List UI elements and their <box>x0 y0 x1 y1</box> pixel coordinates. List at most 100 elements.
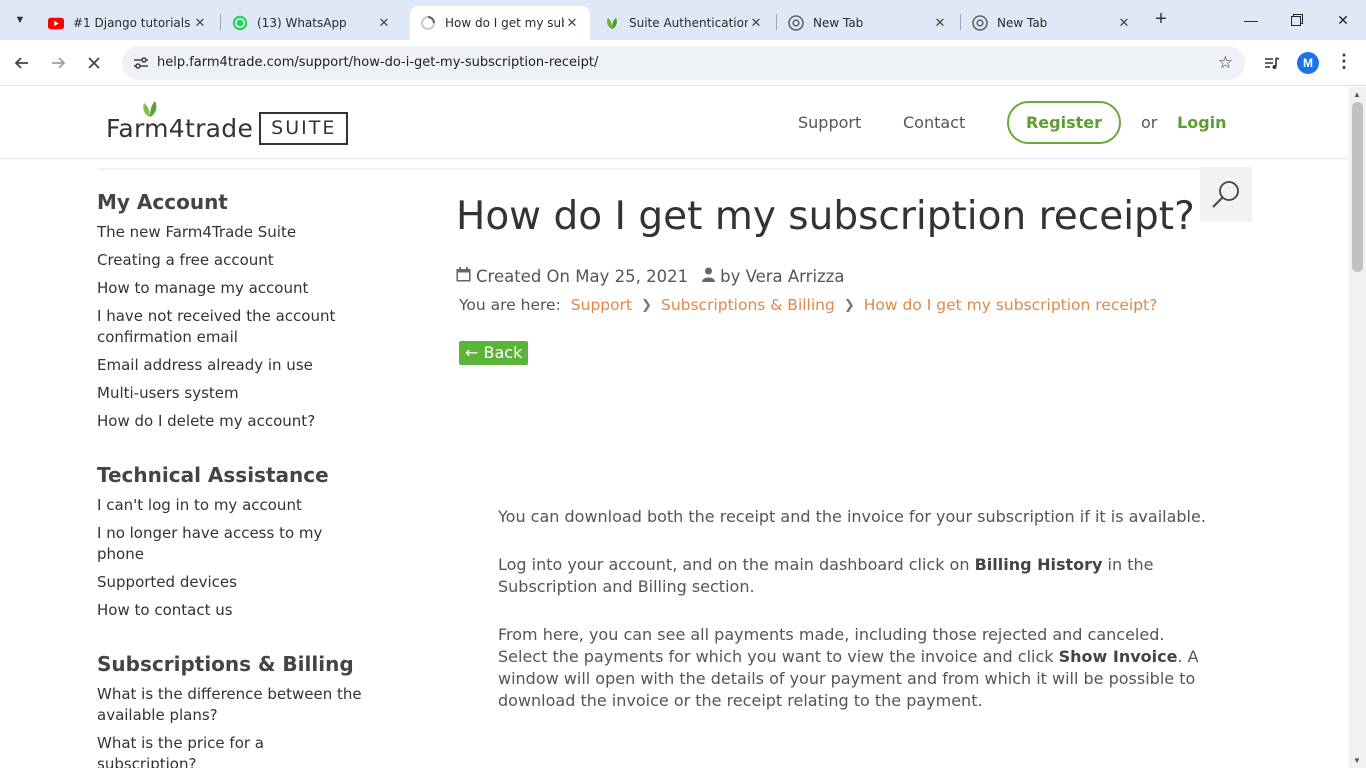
tab-divider <box>960 14 961 30</box>
sidebar-link[interactable]: How to manage my account <box>97 278 397 299</box>
show-invoice-bold: Show Invoice <box>1058 647 1178 666</box>
sidebar-link[interactable]: What is the price for a subscription? <box>97 733 317 768</box>
site-header: Farm4trade SUITE Support Contact Registe… <box>0 87 1349 159</box>
browser-tab-new-1[interactable]: New Tab ✕ <box>778 6 958 40</box>
site-info-icon[interactable] <box>132 54 150 72</box>
breadcrumb: You are here: Support ❯ Subscriptions & … <box>459 296 1196 314</box>
bookmark-star-icon[interactable]: ☆ <box>1218 53 1233 73</box>
tab-title: (13) WhatsApp <box>257 16 347 30</box>
user-icon <box>702 267 716 286</box>
browser-menu-icon[interactable]: ⋮ <box>1333 51 1355 75</box>
sidebar-group-subscriptions-billing: Subscriptions & Billing What is the diff… <box>97 651 397 768</box>
logo-leaf-icon <box>143 101 157 117</box>
register-button[interactable]: Register <box>1007 101 1121 144</box>
paragraph-text: Log into your account, and on the main d… <box>498 555 975 574</box>
page-scrollbar[interactable]: ▲ ▼ <box>1349 87 1366 768</box>
farm4trade-logo[interactable]: Farm4trade SUITE <box>106 99 349 145</box>
billing-history-bold: Billing History <box>974 555 1103 574</box>
sidebar-link[interactable]: I no longer have access to my phone <box>97 523 357 565</box>
chevron-right-icon: ❯ <box>843 297 855 313</box>
calendar-icon <box>456 267 471 286</box>
nav-or-text: or <box>1141 113 1158 132</box>
browser-tab-strip: ▼ #1 Django tutorials | V ✕ (13) WhatsAp… <box>0 0 1366 40</box>
breadcrumb-subscriptions-billing[interactable]: Subscriptions & Billing <box>661 296 835 314</box>
minimize-icon[interactable]: — <box>1236 8 1266 32</box>
tab-title: New Tab <box>997 16 1048 30</box>
sidebar-link[interactable]: I can't log in to my account <box>97 495 397 516</box>
back-button[interactable]: ← Back <box>459 341 529 365</box>
whatsapp-icon <box>232 15 248 31</box>
youtube-icon <box>48 15 64 31</box>
sidebar-link[interactable]: I have not received the account confirma… <box>97 306 367 348</box>
media-controls-icon[interactable] <box>1261 52 1283 74</box>
tab-search-chevron-icon[interactable]: ▼ <box>6 8 34 32</box>
tab-title: Suite Authentication - <box>629 16 748 30</box>
sidebar-link[interactable]: Multi-users system <box>97 383 397 404</box>
tab-title: New Tab <box>813 16 864 30</box>
tab-title: How do I get my subs <box>445 16 564 30</box>
new-tab-plus-icon[interactable]: + <box>1150 9 1172 31</box>
sidebar-group-title: Subscriptions & Billing <box>97 652 354 676</box>
paragraph: You can download both the receipt and th… <box>498 507 1206 526</box>
author-text: by Vera Arrizza <box>720 267 845 286</box>
paragraph: From here, you can see all payments made… <box>498 624 1218 712</box>
article-body: You can download both the receipt and th… <box>498 506 1218 738</box>
stop-loading-icon[interactable] <box>81 50 107 76</box>
sidebar-link[interactable]: What is the difference between the avail… <box>97 684 397 726</box>
sidebar-group-my-account: My Account The new Farm4Trade Suite Crea… <box>97 189 397 432</box>
close-window-icon[interactable]: ✕ <box>1328 8 1358 32</box>
article-header: How do I get my subscription receipt? Cr… <box>456 189 1196 365</box>
close-icon[interactable]: ✕ <box>192 15 208 31</box>
restore-icon[interactable] <box>1282 8 1312 32</box>
browser-toolbar: help.farm4trade.com/support/how-do-i-get… <box>0 40 1366 86</box>
close-icon[interactable]: ✕ <box>932 15 948 31</box>
back-arrow-icon[interactable] <box>9 50 35 76</box>
breadcrumb-support[interactable]: Support <box>571 296 632 314</box>
browser-tab-whatsapp[interactable]: (13) WhatsApp ✕ <box>222 6 402 40</box>
close-icon[interactable]: ✕ <box>564 15 580 31</box>
close-icon[interactable]: ✕ <box>1116 15 1132 31</box>
tab-title: #1 Django tutorials | V <box>73 16 192 30</box>
close-icon[interactable]: ✕ <box>376 15 392 31</box>
url-text[interactable]: help.farm4trade.com/support/how-do-i-get… <box>157 55 598 70</box>
login-link[interactable]: Login <box>1177 113 1227 132</box>
created-label: Created On <box>476 267 570 286</box>
sidebar-group-technical-assistance: Technical Assistance I can't log in to m… <box>97 462 397 621</box>
chrome-icon <box>972 15 988 31</box>
logo-suite-label: SUITE <box>259 112 349 145</box>
browser-tab-suite-auth[interactable]: Suite Authentication - ✕ <box>594 6 774 40</box>
sidebar-link[interactable]: Creating a free account <box>97 250 397 271</box>
sidebar-link[interactable]: The new Farm4Trade Suite <box>97 222 397 243</box>
scroll-up-icon[interactable]: ▲ <box>1353 90 1361 99</box>
tab-divider <box>220 14 221 30</box>
scroll-down-icon[interactable]: ▼ <box>1353 756 1361 765</box>
created-date: May 25, 2021 <box>575 267 689 286</box>
profile-avatar[interactable]: M <box>1297 52 1319 74</box>
chevron-right-icon: ❯ <box>641 297 652 313</box>
search-button[interactable] <box>1200 167 1252 222</box>
article-meta: Created On May 25, 2021 by Vera Arrizza <box>456 267 1196 286</box>
sidebar-link[interactable]: Supported devices <box>97 572 397 593</box>
forward-arrow-icon[interactable] <box>45 50 71 76</box>
sidebar: My Account The new Farm4Trade Suite Crea… <box>97 189 397 768</box>
sidebar-link[interactable]: Email address already in use <box>97 355 397 376</box>
farm4trade-leaf-icon <box>604 15 620 31</box>
sidebar-link[interactable]: How to contact us <box>97 600 397 621</box>
close-icon[interactable]: ✕ <box>748 15 764 31</box>
browser-tab-new-2[interactable]: New Tab ✕ <box>962 6 1142 40</box>
browser-tab-django[interactable]: #1 Django tutorials | V ✕ <box>38 6 218 40</box>
tab-divider <box>776 14 777 30</box>
scrollbar-thumb[interactable] <box>1352 102 1363 272</box>
page-viewport: Farm4trade SUITE Support Contact Registe… <box>0 87 1349 768</box>
page-title: How do I get my subscription receipt? <box>456 194 1195 239</box>
address-bar[interactable]: help.farm4trade.com/support/how-do-i-get… <box>122 46 1245 80</box>
logo-text: Farm4trade <box>106 114 254 143</box>
paragraph: Log into your account, and on the main d… <box>498 554 1218 598</box>
sidebar-link[interactable]: How do I delete my account? <box>97 411 397 432</box>
content-divider <box>97 168 1250 170</box>
nav-contact-link[interactable]: Contact <box>903 113 965 132</box>
sidebar-group-title: Technical Assistance <box>97 463 329 487</box>
sidebar-group-title: My Account <box>97 190 228 214</box>
nav-support-link[interactable]: Support <box>798 113 861 132</box>
browser-tab-active[interactable]: How do I get my subs ✕ <box>410 6 590 40</box>
